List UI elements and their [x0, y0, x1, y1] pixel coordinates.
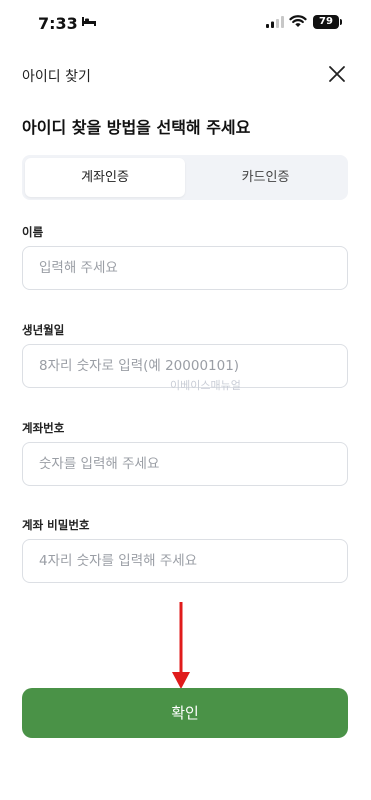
account-password-field	[22, 539, 348, 583]
method-segmented-control: 계좌인증 카드인증	[22, 155, 348, 200]
tab-card-verification[interactable]: 카드인증	[186, 158, 345, 197]
name-input[interactable]	[37, 247, 331, 289]
name-label: 이름	[22, 225, 44, 239]
close-icon[interactable]	[327, 64, 347, 84]
account-password-label: 계좌 비밀번호	[22, 518, 90, 532]
confirm-button[interactable]: 확인	[22, 688, 348, 738]
cellular-signal-icon	[266, 16, 284, 28]
wifi-icon	[289, 15, 307, 27]
birthdate-label: 생년월일	[22, 323, 65, 337]
name-field	[22, 246, 348, 290]
bed-icon	[82, 17, 96, 26]
battery-level: 79	[313, 15, 339, 29]
section-heading: 아이디 찾을 방법을 선택해 주세요	[22, 118, 251, 137]
account-password-input[interactable]	[37, 540, 331, 582]
account-number-label: 계좌번호	[22, 421, 65, 435]
tab-account-verification[interactable]: 계좌인증	[25, 158, 185, 197]
status-time: 7:33	[38, 14, 78, 33]
account-number-input[interactable]	[37, 443, 331, 485]
annotation-arrow-icon	[172, 602, 190, 689]
battery-icon	[340, 19, 342, 25]
account-number-field	[22, 442, 348, 486]
page-title: 아이디 찾기	[22, 69, 91, 85]
watermark: 이베이스매뉴얼	[170, 379, 241, 392]
